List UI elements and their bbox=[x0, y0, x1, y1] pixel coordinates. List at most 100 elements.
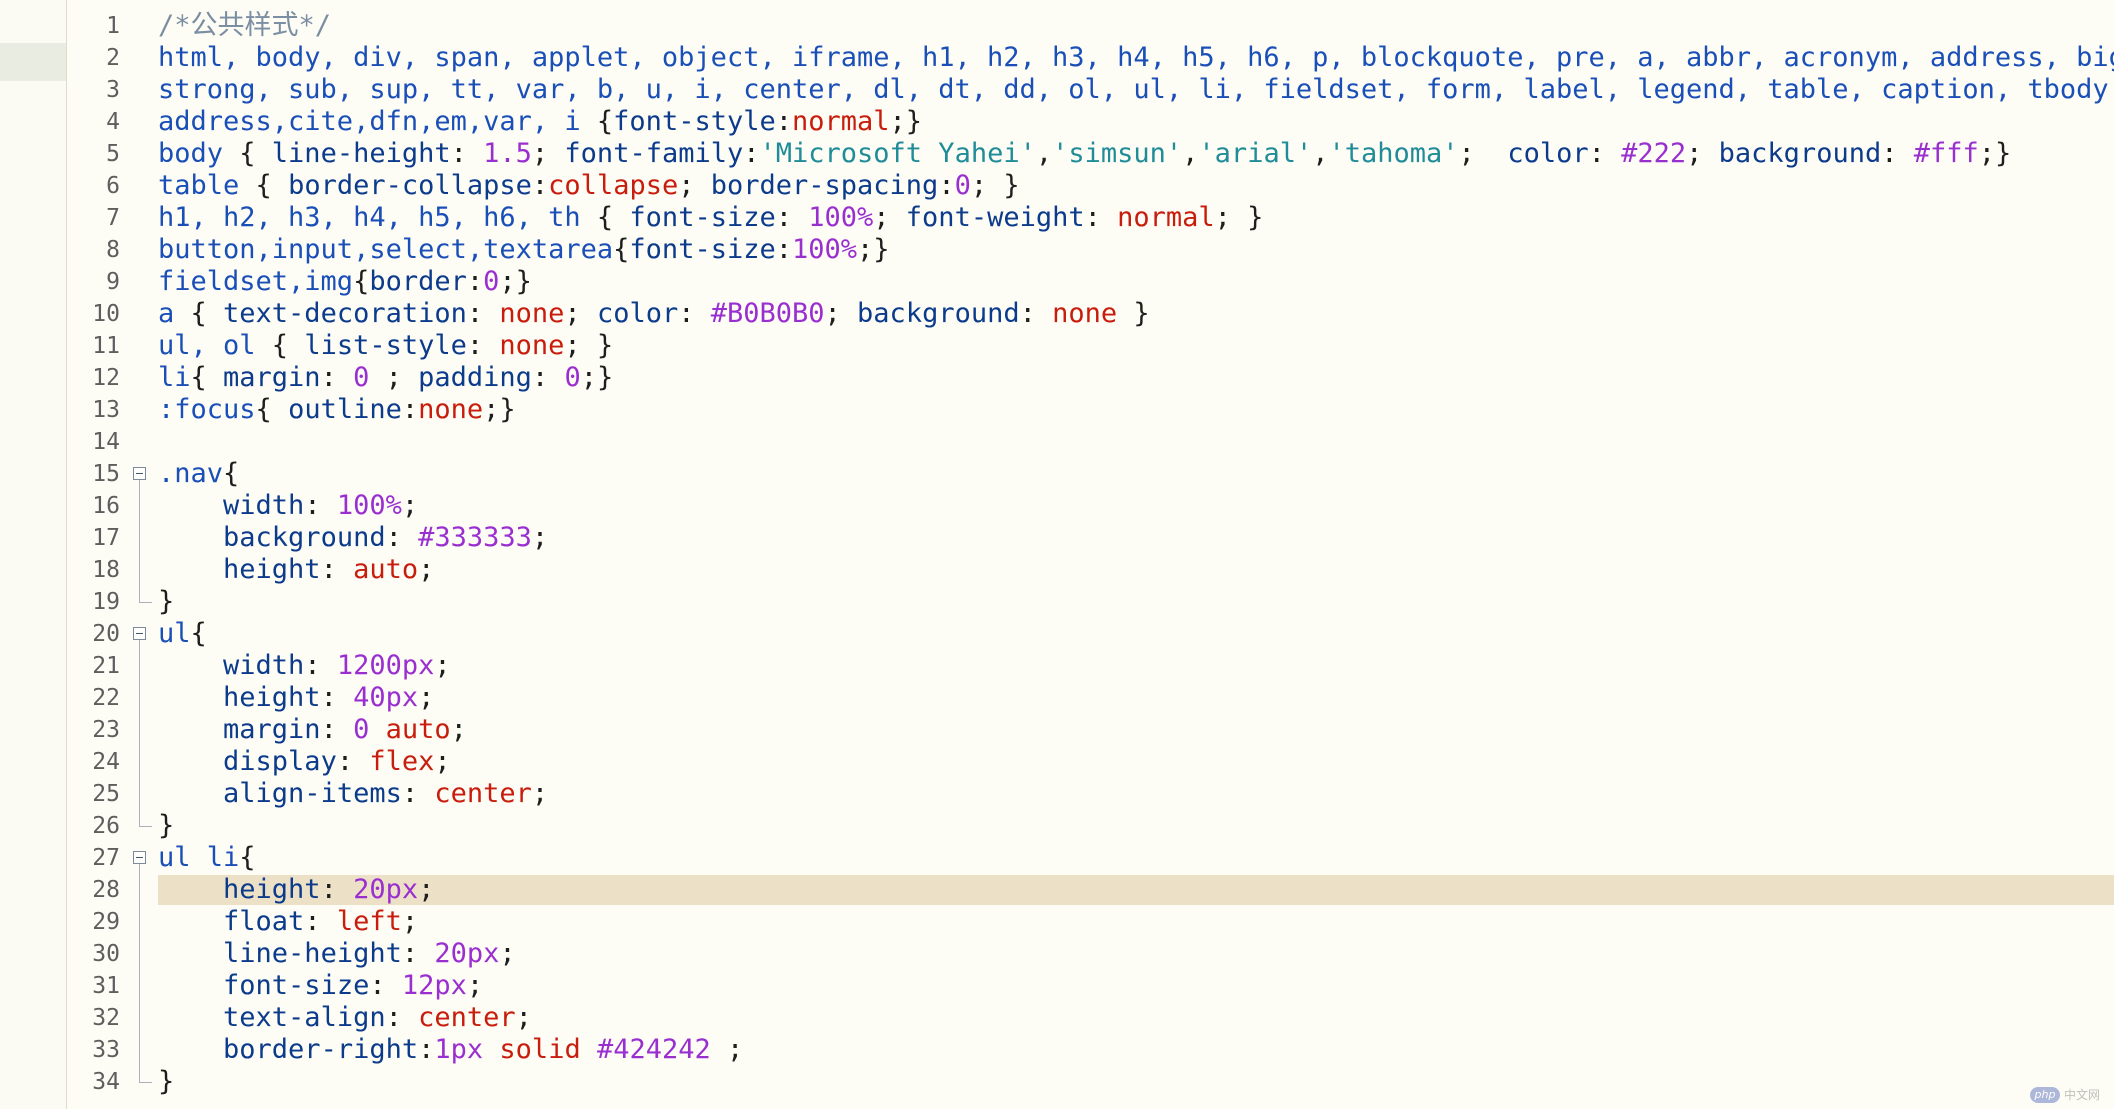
code-token: 0 bbox=[483, 266, 500, 297]
code-line[interactable]: 27 ul li{ bbox=[0, 842, 2114, 874]
fold-guide bbox=[139, 1002, 140, 1034]
code-line[interactable]: 20 ul{ bbox=[0, 618, 2114, 650]
code-token: auto bbox=[353, 554, 419, 585]
line-code[interactable]: } bbox=[158, 810, 174, 842]
line-code[interactable]: height: 40px; bbox=[158, 682, 434, 714]
line-number: 24 bbox=[92, 749, 120, 775]
line-number: 13 bbox=[92, 397, 120, 423]
code-token: { bbox=[613, 234, 630, 265]
line-code[interactable]: address,cite,dfn,em,var, i {font-style:n… bbox=[158, 106, 922, 138]
code-token: { bbox=[255, 170, 289, 201]
line-code[interactable]: } bbox=[158, 586, 174, 618]
line-code[interactable]: fieldset,img{border:0;} bbox=[158, 266, 532, 298]
line-code[interactable]: body { line-height: 1.5; font-family:'Mi… bbox=[158, 138, 2011, 170]
line-code[interactable]: strong, sub, sup, tt, var, b, u, i, cent… bbox=[158, 74, 2114, 106]
code-editor[interactable]: 1 /*公共样式*/ 2 html, body, div, span, applet,… bbox=[0, 0, 2114, 1109]
code-line[interactable]: 2 html, body, div, span, applet, object, … bbox=[0, 42, 2114, 74]
code-line[interactable]: 31 font-size: 12px; bbox=[0, 970, 2114, 1002]
code-line[interactable]: 16 width: 100%; bbox=[0, 490, 2114, 522]
code-line[interactable]: 34} bbox=[0, 1066, 2114, 1098]
code-line[interactable]: 5 body { line-height: 1.5; font-family:'M… bbox=[0, 138, 2114, 170]
line-code[interactable]: float: left; bbox=[158, 906, 418, 938]
code-token: ; } bbox=[970, 170, 1020, 201]
line-code[interactable]: ul, ol { list-style: none; } bbox=[158, 330, 613, 362]
code-token: ;} bbox=[1978, 138, 2012, 169]
line-number: 26 bbox=[92, 813, 120, 839]
line-code[interactable]: width: 100%; bbox=[158, 490, 418, 522]
line-code[interactable]: margin: 0 auto; bbox=[158, 714, 467, 746]
line-code[interactable]: html, body, div, span, applet, object, i… bbox=[158, 42, 2114, 74]
code-line[interactable]: 29 float: left; bbox=[0, 906, 2114, 938]
line-code[interactable]: a { text-decoration: none; color: #B0B0B… bbox=[158, 298, 1150, 330]
code-token: display bbox=[223, 746, 337, 777]
line-code[interactable]: align-items: center; bbox=[158, 778, 548, 810]
fold-collapse-icon[interactable] bbox=[133, 467, 146, 480]
fold-collapse-icon[interactable] bbox=[133, 851, 146, 864]
code-line[interactable]: 26} bbox=[0, 810, 2114, 842]
code-line[interactable]: 10 a { text-decoration: none; color: #B0B… bbox=[0, 298, 2114, 330]
code-token: height bbox=[223, 874, 321, 905]
fold-guide bbox=[139, 714, 140, 746]
fold-collapse-icon[interactable] bbox=[133, 627, 146, 640]
code-line[interactable]: 25 align-items: center; bbox=[0, 778, 2114, 810]
code-line[interactable]: 7 h1, h2, h3, h4, h5, h6, th { font-size:… bbox=[0, 202, 2114, 234]
code-line[interactable]: 18 height: auto; bbox=[0, 554, 2114, 586]
line-code[interactable]: line-height: 20px; bbox=[158, 938, 516, 970]
code-line[interactable]: 6 table { border-collapse:collapse; borde… bbox=[0, 170, 2114, 202]
line-code[interactable]: :focus{ outline:none;} bbox=[158, 394, 516, 426]
code-line[interactable]: 15 .nav{ bbox=[0, 458, 2114, 490]
line-number: 31 bbox=[92, 973, 120, 999]
code-token: { bbox=[190, 618, 207, 649]
code-line[interactable]: 23 margin: 0 auto; bbox=[0, 714, 2114, 746]
code-token: a bbox=[158, 298, 191, 329]
code-line[interactable]: 24 display: flex; bbox=[0, 746, 2114, 778]
code-line[interactable]: 21 width: 1200px; bbox=[0, 650, 2114, 682]
code-token: ; } bbox=[564, 330, 614, 361]
code-line[interactable]: 30 line-height: 20px; bbox=[0, 938, 2114, 970]
code-token: text-decoration bbox=[223, 298, 467, 329]
code-token: height bbox=[223, 682, 321, 713]
code-line[interactable]: 4 address,cite,dfn,em,var, i {font-style:… bbox=[0, 106, 2114, 138]
code-line[interactable]: 14 bbox=[0, 426, 2114, 458]
line-code[interactable]: background: #333333; bbox=[158, 522, 548, 554]
line-code[interactable]: border-right:1px solid #424242 ; bbox=[158, 1034, 743, 1066]
code-line[interactable]: 33 border-right:1px solid #424242 ; bbox=[0, 1034, 2114, 1066]
current-line-highlight bbox=[158, 875, 2114, 905]
line-number: 5 bbox=[106, 141, 120, 167]
line-code[interactable]: font-size: 12px; bbox=[158, 970, 483, 1002]
code-line[interactable]: 22 height: 40px; bbox=[0, 682, 2114, 714]
line-code[interactable]: ul li{ bbox=[158, 842, 256, 874]
code-token: color bbox=[1507, 138, 1589, 169]
code-line[interactable]: 19} bbox=[0, 586, 2114, 618]
code-line[interactable]: 1 /*公共样式*/ bbox=[0, 10, 2114, 42]
code-token: 40px bbox=[353, 682, 419, 713]
line-code[interactable]: button,input,select,textarea{font-size:1… bbox=[158, 234, 890, 266]
line-code[interactable]: height: auto; bbox=[158, 554, 434, 586]
fold-guide bbox=[139, 522, 140, 554]
code-line[interactable]: 32 text-align: center; bbox=[0, 1002, 2114, 1034]
code-line[interactable]: 8 button,input,select,textarea{font-size:… bbox=[0, 234, 2114, 266]
code-line[interactable]: 12 li{ margin: 0 ; padding: 0;} bbox=[0, 362, 2114, 394]
line-code[interactable]: height: 20px; bbox=[158, 874, 434, 906]
code-line[interactable]: 28 height: 20px; bbox=[0, 874, 2114, 906]
code-token: #fff bbox=[1913, 138, 1979, 169]
fold-guide bbox=[139, 682, 140, 714]
line-code[interactable]: ul{ bbox=[158, 618, 207, 650]
code-line[interactable]: 17 background: #333333; bbox=[0, 522, 2114, 554]
line-code[interactable]: h1, h2, h3, h4, h5, h6, th { font-size: … bbox=[158, 202, 1263, 234]
line-code[interactable]: /*公共样式*/ bbox=[158, 10, 331, 42]
code-line[interactable]: 11 ul, ol { list-style: none; } bbox=[0, 330, 2114, 362]
line-code[interactable]: } bbox=[158, 1066, 174, 1098]
line-code[interactable]: display: flex; bbox=[158, 746, 451, 778]
code-token: : bbox=[418, 1034, 435, 1065]
line-code[interactable]: width: 1200px; bbox=[158, 650, 451, 682]
line-code[interactable]: text-align: center; bbox=[158, 1002, 532, 1034]
line-code[interactable]: li{ margin: 0 ; padding: 0;} bbox=[158, 362, 613, 394]
line-number: 18 bbox=[92, 557, 120, 583]
line-code[interactable]: .nav{ bbox=[158, 458, 239, 490]
code-line[interactable]: 9 fieldset,img{border:0;} bbox=[0, 266, 2114, 298]
line-code[interactable]: table { border-collapse:collapse; border… bbox=[158, 170, 1020, 202]
code-line[interactable]: 3 strong, sub, sup, tt, var, b, u, i, cen… bbox=[0, 74, 2114, 106]
code-line[interactable]: 13 :focus{ outline:none;} bbox=[0, 394, 2114, 426]
